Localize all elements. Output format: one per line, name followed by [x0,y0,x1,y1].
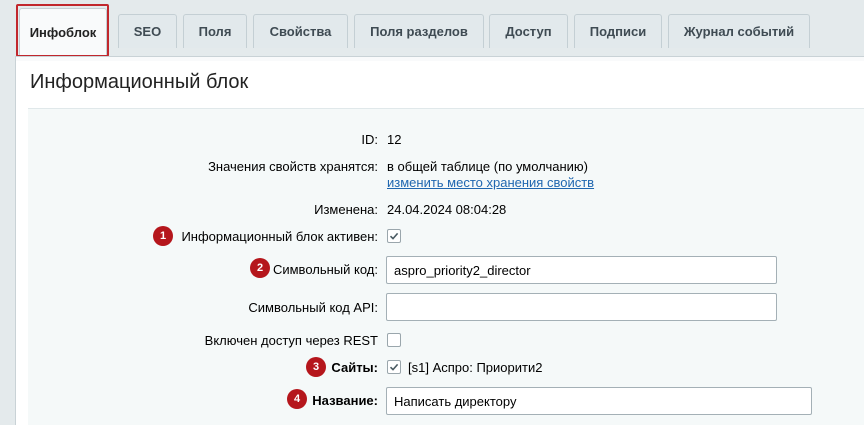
tab-seo[interactable]: SEO [118,14,177,48]
active-label: Информационный блок активен: [181,229,378,244]
check-icon [389,363,399,371]
tab-section-fields[interactable]: Поля разделов [354,14,484,48]
change-storage-link[interactable]: изменить место хранения свойств [387,175,594,190]
rest-label: Включен доступ через REST [204,333,378,348]
name-label: Название: [312,393,378,408]
modified-value: 24.04.2024 08:04:28 [387,202,507,217]
step-badge-3: 3 [306,357,326,377]
modified-label: Изменена: [314,202,378,217]
check-icon [389,232,399,240]
sites-label: Сайты: [331,360,378,375]
site-s1-label: [s1] Аспро: Приорити2 [408,360,543,375]
step-badge-1: 1 [153,226,173,246]
page-title: Информационный блок [30,71,249,93]
api-code-label: Символьный код API: [248,300,378,315]
tab-captions[interactable]: Подписи [574,14,662,48]
tab-fields[interactable]: Поля [183,14,247,48]
id-value: 12 [387,132,402,147]
tab-bar: Инфоблок SEO Поля Свойства Поля разделов… [0,0,864,57]
step-badge-4: 4 [287,389,307,409]
active-checkbox[interactable] [387,229,401,243]
tab-properties[interactable]: Свойства [253,14,348,48]
step-badge-2: 2 [250,258,270,278]
code-input[interactable]: aspro_priority2_director [386,256,777,284]
active-tab-highlight [16,4,109,57]
panel-top-strip [16,57,864,61]
api-code-input[interactable] [386,293,777,321]
storage-value: в общей таблице (по умолчанию) [387,159,589,174]
id-label: ID: [361,132,378,147]
site-s1-checkbox[interactable] [387,360,401,374]
code-label: Символьный код: [272,262,378,277]
storage-label: Значения свойств хранятся: [208,159,378,174]
tab-access[interactable]: Доступ [489,14,568,48]
rest-checkbox[interactable] [387,333,401,347]
tab-event-log[interactable]: Журнал событий [668,14,810,48]
name-input[interactable]: Написать директору [386,387,812,415]
